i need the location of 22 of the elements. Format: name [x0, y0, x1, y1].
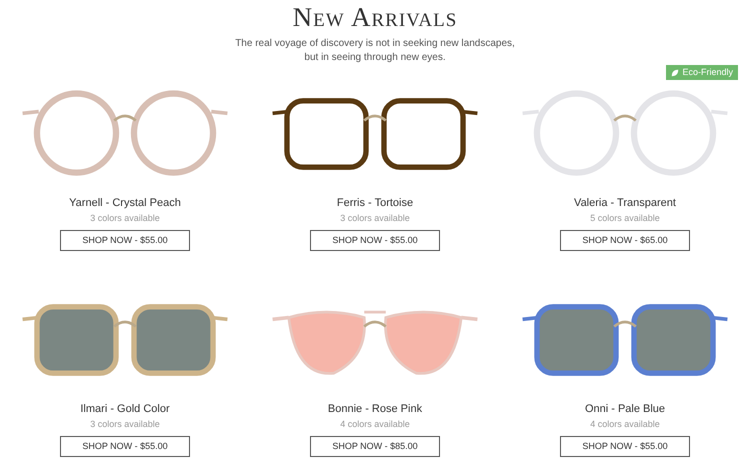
product-name: Ferris - Tortoise — [336, 197, 414, 210]
colors-available: 3 colors available — [90, 418, 160, 430]
product-name: Bonnie - Rose Pink — [328, 403, 422, 416]
page-subtitle: The real voyage of discovery is not in seeking new landscapes, but in seeing through new eyes. — [234, 37, 516, 65]
product-name: Onni - Pale Blue — [584, 403, 666, 416]
shop-now-button[interactable]: SHOP NOW - $55.00 — [560, 436, 690, 457]
shop-now-button[interactable]: SHOP NOW - $55.00 — [60, 436, 190, 457]
shop-now-button[interactable]: SHOP NOW - $55.00 — [310, 230, 440, 251]
colors-available: 5 colors available — [590, 212, 660, 224]
shop-now-button[interactable]: SHOP NOW - $65.00 — [560, 230, 690, 251]
page-title: New Arrivals — [292, 4, 458, 31]
product-name: Valeria - Transparent — [574, 197, 676, 210]
colors-available: 4 colors available — [590, 418, 660, 430]
shop-now-button[interactable]: SHOP NOW - $85.00 — [310, 436, 440, 457]
eco-badge: Eco-Friendly — [666, 65, 738, 80]
product-name: Yarnell - Crystal Peach — [69, 197, 181, 210]
shop-now-button[interactable]: SHOP NOW - $55.00 — [60, 230, 190, 251]
leaf-icon — [671, 68, 680, 76]
product-name: Ilmari - Gold Color — [80, 403, 170, 416]
colors-available: 3 colors available — [90, 212, 160, 224]
colors-available: 3 colors available — [340, 212, 410, 224]
colors-available: 4 colors available — [340, 418, 410, 430]
